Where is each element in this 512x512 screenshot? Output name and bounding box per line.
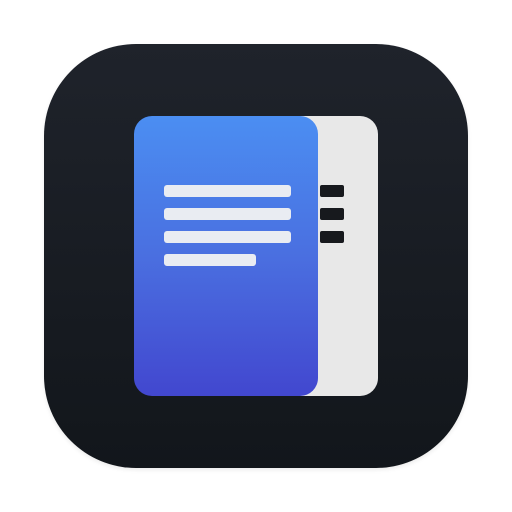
- document-text-line: [164, 185, 291, 197]
- document-text-line: [164, 254, 256, 266]
- back-page-line: [320, 185, 344, 197]
- icon-canvas: [0, 0, 512, 512]
- back-page-line: [320, 231, 344, 243]
- document-text-line: [164, 231, 291, 243]
- back-page-line: [320, 208, 344, 220]
- document-text-line: [164, 208, 291, 220]
